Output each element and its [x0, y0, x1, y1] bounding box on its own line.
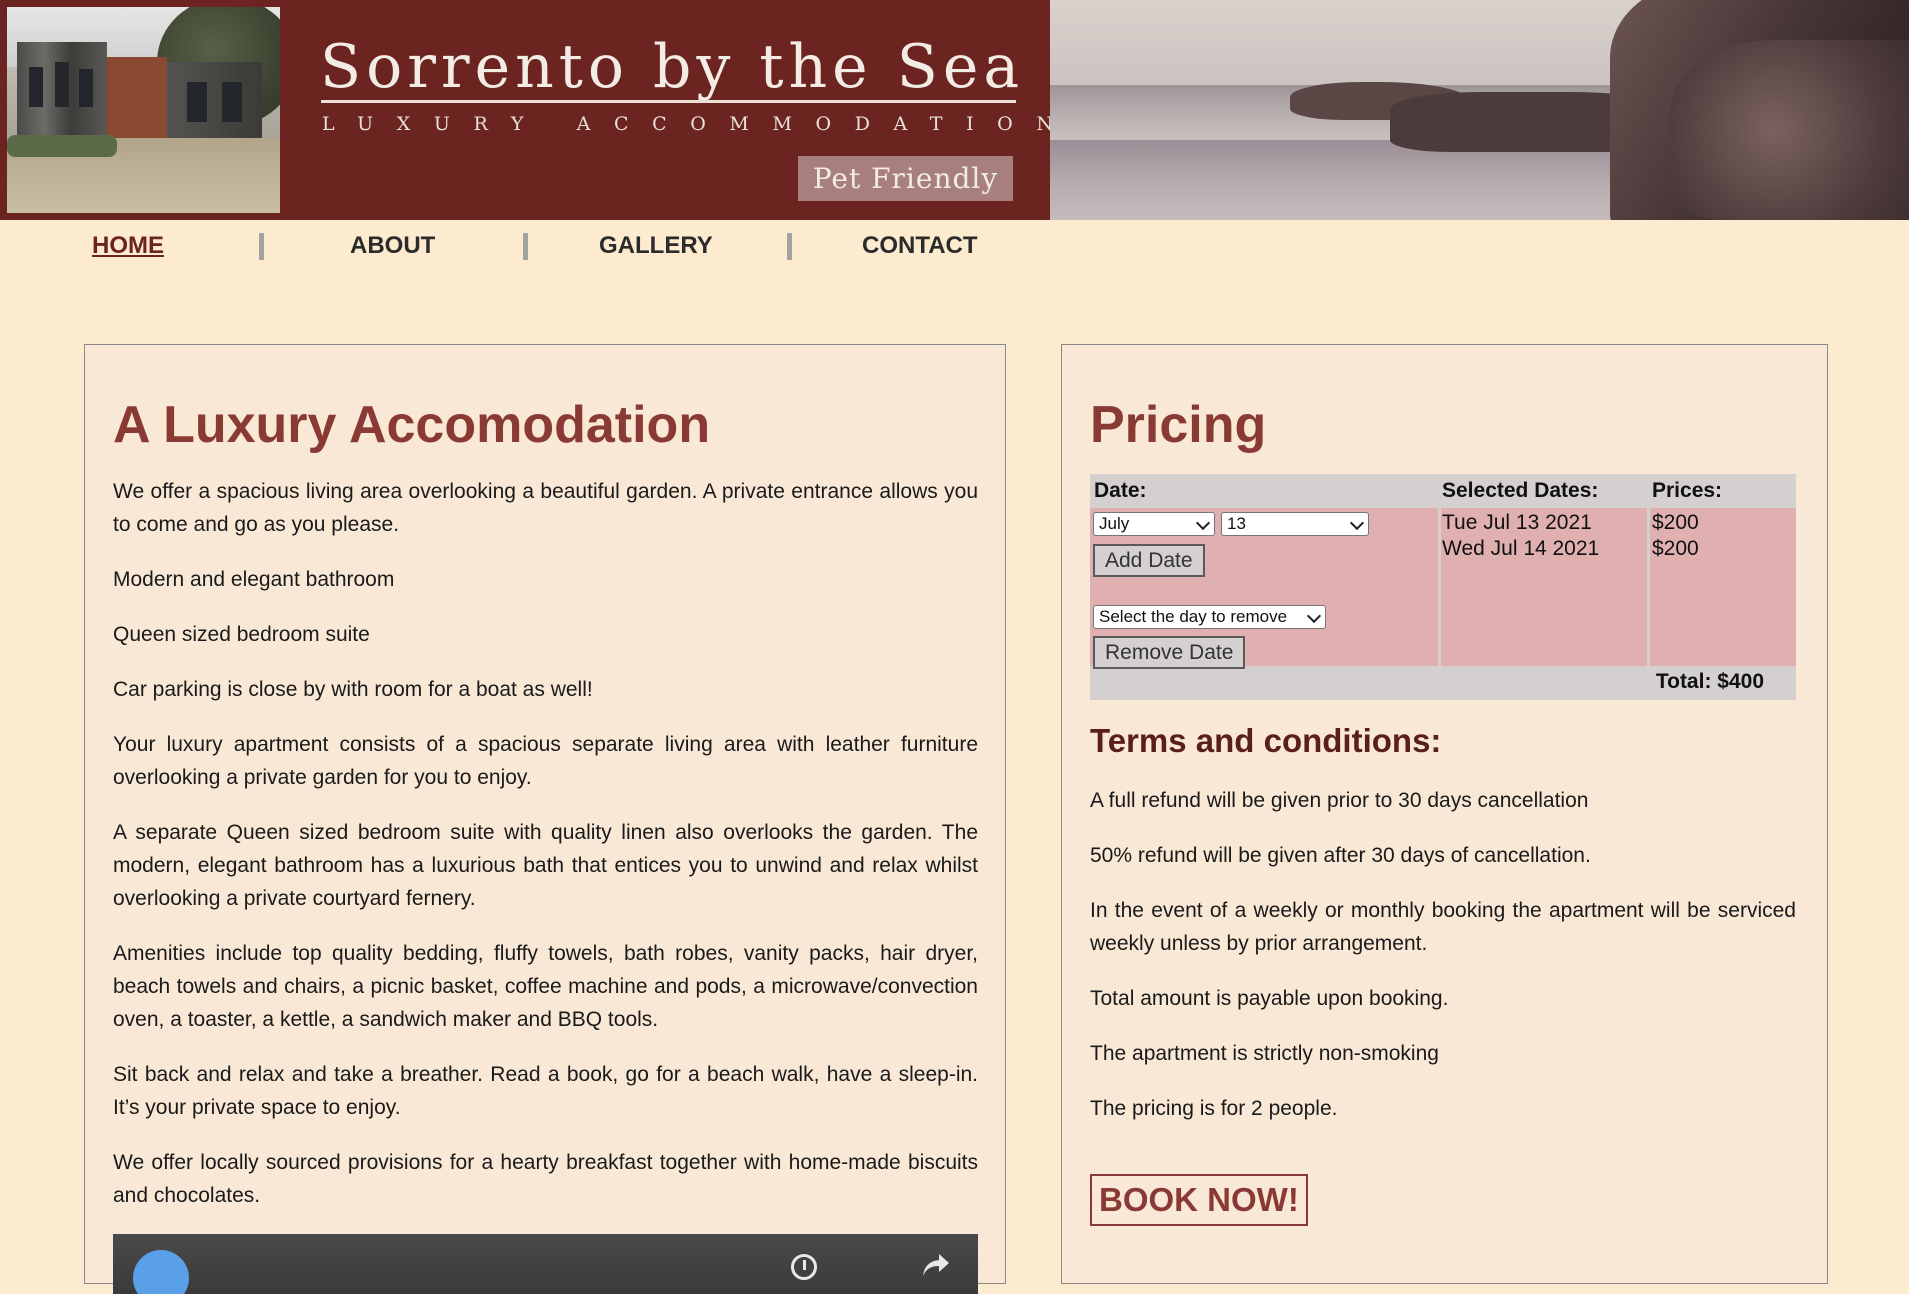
site-header: Sorrento by the Sea LUXURY ACCOMMODATION…	[0, 0, 1909, 220]
date-column-header: Date:	[1094, 479, 1147, 502]
nav-contact[interactable]: CONTACT	[862, 232, 978, 260]
terms-item: 50% refund will be given after 30 days o…	[1090, 844, 1591, 867]
about-paragraph: Amenities include top quality bedding, f…	[113, 942, 978, 1031]
pricing-table: Date: Selected Dates: Prices: July 13 Ad…	[1090, 474, 1796, 700]
nav-home[interactable]: HOME	[92, 232, 164, 260]
prices-column-header: Prices:	[1652, 479, 1723, 502]
book-now-button[interactable]: BOOK NOW!	[1090, 1174, 1308, 1226]
column-divider	[1647, 474, 1650, 666]
beach-photo	[1050, 0, 1909, 220]
house-photo	[7, 7, 280, 213]
terms-item: The apartment is strictly non-smoking	[1090, 1042, 1439, 1065]
selected-date: Tue Jul 13 2021	[1442, 511, 1592, 534]
date-price: $200	[1652, 511, 1699, 534]
month-select[interactable]: July	[1093, 512, 1215, 536]
about-content: We offer a spacious living area overlook…	[113, 475, 978, 1234]
about-paragraph: We offer a spacious living area overlook…	[113, 480, 978, 536]
remove-day-select-value: Select the day to remove	[1099, 607, 1288, 626]
share-icon[interactable]	[921, 1252, 951, 1278]
nav-about[interactable]: ABOUT	[350, 232, 435, 260]
nav-gallery[interactable]: GALLERY	[599, 232, 713, 260]
pricing-heading: Pricing	[1090, 396, 1267, 454]
site-title: Sorrento by the Sea	[320, 32, 1025, 102]
about-paragraph: Your luxury apartment consists of a spac…	[113, 733, 978, 789]
terms-item: A full refund will be given prior to 30 …	[1090, 789, 1589, 812]
about-heading: A Luxury Accomodation	[113, 396, 711, 454]
about-paragraph: Car parking is close by with room for a …	[113, 678, 593, 701]
nav-separator	[259, 233, 264, 260]
remove-day-select[interactable]: Select the day to remove	[1093, 605, 1326, 629]
video-player[interactable]	[113, 1234, 978, 1294]
main-nav: HOME ABOUT GALLERY CONTACT	[0, 222, 1909, 272]
month-select-value: July	[1099, 514, 1130, 533]
column-divider	[1438, 474, 1441, 666]
about-paragraph: Queen sized bedroom suite	[113, 623, 370, 646]
nav-separator	[787, 233, 792, 260]
selected-dates-column-header: Selected Dates:	[1442, 479, 1599, 502]
pet-friendly-badge: Pet Friendly	[798, 156, 1013, 201]
nav-separator	[523, 233, 528, 260]
day-select-value: 13	[1227, 514, 1246, 533]
site-tagline: LUXURY ACCOMMODATION	[322, 113, 1077, 135]
day-select[interactable]: 13	[1221, 512, 1369, 536]
chevron-down-icon	[1349, 515, 1365, 531]
add-date-button[interactable]: Add Date	[1093, 544, 1205, 577]
brand-banner: Sorrento by the Sea LUXURY ACCOMMODATION…	[0, 0, 1077, 220]
selected-date: Wed Jul 14 2021	[1442, 537, 1600, 560]
watch-later-icon[interactable]	[791, 1254, 817, 1280]
about-paragraph: Modern and elegant bathroom	[113, 568, 395, 591]
remove-date-button[interactable]: Remove Date	[1093, 636, 1246, 669]
terms-heading: Terms and conditions:	[1090, 722, 1442, 759]
terms-item: In the event of a weekly or monthly book…	[1090, 899, 1796, 955]
about-paragraph: Sit back and relax and take a breather. …	[113, 1063, 978, 1119]
date-price: $200	[1652, 537, 1699, 560]
terms-item: Total amount is payable upon booking.	[1090, 987, 1449, 1010]
about-paragraph: We offer locally sourced provisions for …	[113, 1151, 978, 1207]
pricing-panel: Pricing Date: Selected Dates: Prices: Ju…	[1061, 344, 1828, 1284]
about-panel: A Luxury Accomodation We offer a spaciou…	[84, 344, 1006, 1294]
chevron-down-icon	[1195, 515, 1211, 531]
terms-list: A full refund will be given prior to 30 …	[1090, 784, 1796, 1147]
channel-avatar[interactable]	[133, 1250, 189, 1294]
total-price: Total: $400	[1655, 670, 1764, 693]
title-rule	[321, 100, 1016, 103]
chevron-down-icon	[1306, 608, 1322, 624]
terms-item: The pricing is for 2 people.	[1090, 1097, 1338, 1120]
about-paragraph: A separate Queen sized bedroom suite wit…	[113, 821, 978, 910]
